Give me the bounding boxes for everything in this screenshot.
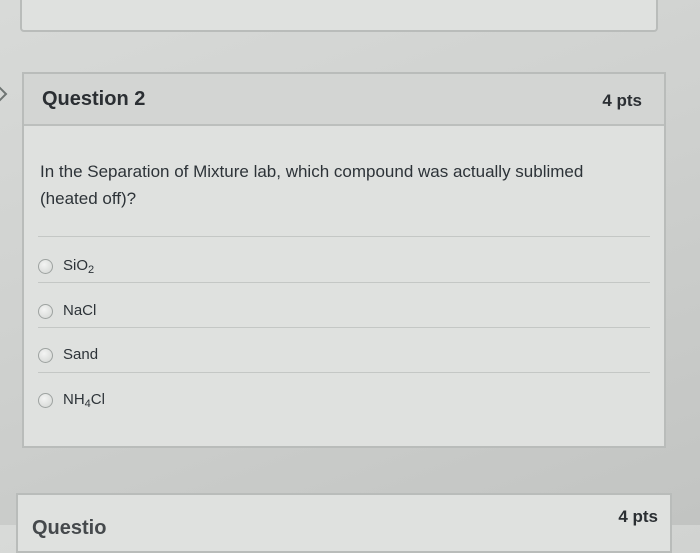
next-question-card: Questio 4 pts (16, 493, 672, 553)
radio-unselected-icon[interactable] (38, 303, 53, 319)
answer-option[interactable]: SiO2 (38, 254, 94, 278)
answer-divider (38, 327, 650, 328)
chevron-right-icon[interactable] (0, 84, 8, 104)
next-question-title: Questio (32, 517, 107, 539)
answer-option[interactable]: NH4Cl (38, 388, 105, 412)
answer-option[interactable]: NaCl (38, 299, 96, 323)
answer-label: NH4Cl (63, 390, 105, 410)
next-question-points: 4 pts (618, 507, 658, 526)
answer-divider (38, 372, 650, 373)
answer-label: SiO2 (63, 256, 95, 276)
question-card: Question 2 4 pts In the Separation of Mi… (22, 72, 666, 448)
question-title: Question 2 (42, 88, 146, 110)
question-points: 4 pts (602, 91, 642, 110)
question-header: Question 2 4 pts (24, 74, 664, 126)
answer-divider (38, 236, 650, 237)
answer-option[interactable]: Sand (38, 343, 98, 367)
answer-label: NaCl (63, 301, 97, 319)
previous-question-card (20, 0, 658, 32)
radio-unselected-icon[interactable] (38, 392, 53, 408)
radio-unselected-icon[interactable] (38, 347, 53, 363)
answer-label: Sand (63, 345, 99, 363)
question-text: In the Separation of Mixture lab, which … (40, 162, 584, 208)
answer-divider (38, 282, 650, 283)
radio-unselected-icon[interactable] (38, 258, 53, 274)
